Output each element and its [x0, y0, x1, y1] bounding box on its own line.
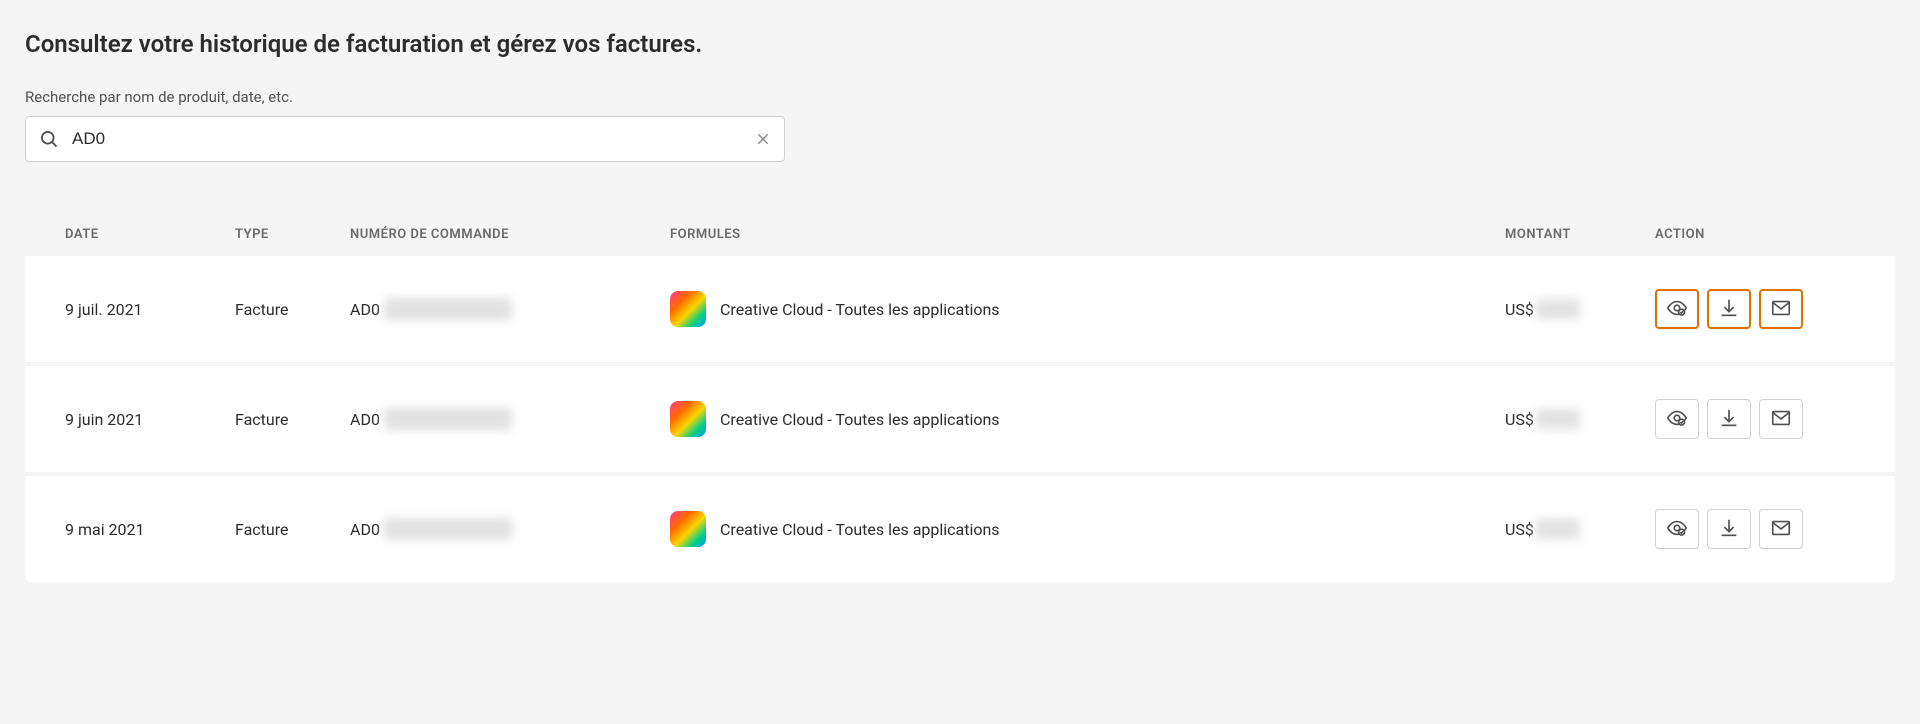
col-date: DATE: [65, 227, 235, 242]
col-action: ACTION: [1655, 227, 1855, 242]
table-row: 9 juil. 2021FactureAD0 Creative Cloud - T…: [25, 256, 1895, 362]
plan-name: Creative Cloud - Toutes les applications: [720, 410, 1000, 429]
clear-search-icon[interactable]: [755, 131, 771, 147]
cell-plan: Creative Cloud - Toutes les applications: [670, 511, 1505, 547]
cell-type: Facture: [235, 300, 350, 319]
col-type: TYPE: [235, 227, 350, 242]
col-amount: MONTANT: [1505, 227, 1655, 242]
cell-type: Facture: [235, 410, 350, 429]
cell-plan: Creative Cloud - Toutes les applications: [670, 401, 1505, 437]
view-invoice-button[interactable]: [1655, 509, 1699, 549]
search-label: Recherche par nom de produit, date, etc.: [25, 88, 1895, 106]
redacted-order: [384, 298, 512, 320]
cell-type: Facture: [235, 520, 350, 539]
table-row: 9 mai 2021FactureAD0 Creative Cloud - Tou…: [25, 476, 1895, 582]
view-invoice-button[interactable]: [1655, 289, 1699, 329]
email-invoice-button[interactable]: [1759, 289, 1803, 329]
cell-actions: [1655, 289, 1855, 329]
amount-prefix: US$: [1505, 300, 1534, 319]
order-prefix: AD0: [350, 520, 380, 539]
col-order: NUMÉRO DE COMMANDE: [350, 227, 670, 242]
redacted-order: [384, 518, 512, 540]
email-invoice-button[interactable]: [1759, 399, 1803, 439]
mail-icon: [1770, 407, 1792, 432]
cell-date: 9 juil. 2021: [65, 300, 235, 319]
cell-order: AD0: [350, 518, 670, 540]
search-icon: [39, 129, 59, 149]
download-icon: [1718, 517, 1740, 542]
download-icon: [1718, 297, 1740, 322]
view-invoice-button[interactable]: [1655, 399, 1699, 439]
cell-order: AD0: [350, 298, 670, 320]
eye-check-icon: [1666, 297, 1688, 322]
cell-amount: US$: [1505, 519, 1655, 539]
email-invoice-button[interactable]: [1759, 509, 1803, 549]
cell-order: AD0: [350, 408, 670, 430]
redacted-order: [384, 408, 512, 430]
table-row: 9 juin 2021FactureAD0 Creative Cloud - To…: [25, 366, 1895, 472]
order-prefix: AD0: [350, 410, 380, 429]
creative-cloud-icon: [670, 511, 706, 547]
creative-cloud-icon: [670, 401, 706, 437]
plan-name: Creative Cloud - Toutes les applications: [720, 520, 1000, 539]
cell-amount: US$: [1505, 299, 1655, 319]
mail-icon: [1770, 517, 1792, 542]
search-input[interactable]: [25, 116, 785, 162]
amount-prefix: US$: [1505, 410, 1534, 429]
table-header: DATE TYPE NUMÉRO DE COMMANDE FORMULES MO…: [25, 212, 1895, 256]
eye-check-icon: [1666, 407, 1688, 432]
download-invoice-button[interactable]: [1707, 509, 1751, 549]
cell-actions: [1655, 399, 1855, 439]
redacted-amount: [1536, 409, 1580, 429]
page-title: Consultez votre historique de facturatio…: [25, 30, 1895, 58]
mail-icon: [1770, 297, 1792, 322]
cell-amount: US$: [1505, 409, 1655, 429]
cell-date: 9 juin 2021: [65, 410, 235, 429]
plan-name: Creative Cloud - Toutes les applications: [720, 300, 1000, 319]
cell-date: 9 mai 2021: [65, 520, 235, 539]
eye-check-icon: [1666, 517, 1688, 542]
order-prefix: AD0: [350, 300, 380, 319]
download-invoice-button[interactable]: [1707, 399, 1751, 439]
download-icon: [1718, 407, 1740, 432]
creative-cloud-icon: [670, 291, 706, 327]
cell-plan: Creative Cloud - Toutes les applications: [670, 291, 1505, 327]
download-invoice-button[interactable]: [1707, 289, 1751, 329]
amount-prefix: US$: [1505, 520, 1534, 539]
invoice-table: DATE TYPE NUMÉRO DE COMMANDE FORMULES MO…: [25, 212, 1895, 582]
col-plans: FORMULES: [670, 227, 1505, 242]
redacted-amount: [1536, 519, 1580, 539]
search-container: [25, 116, 785, 162]
redacted-amount: [1536, 299, 1580, 319]
cell-actions: [1655, 509, 1855, 549]
